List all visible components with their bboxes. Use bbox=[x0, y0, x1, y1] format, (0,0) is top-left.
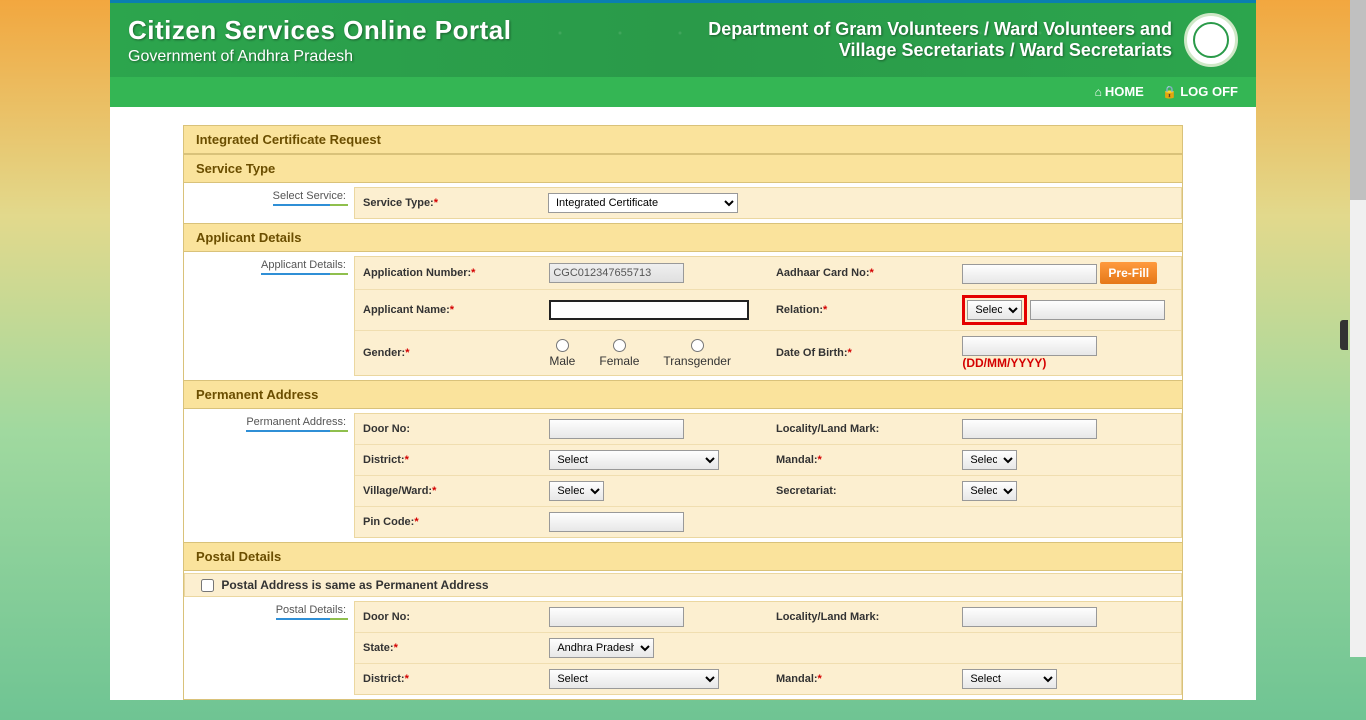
select-post-mandal[interactable]: Select bbox=[962, 669, 1057, 689]
section-service-type: Service Type bbox=[184, 154, 1182, 183]
page-title: Integrated Certificate Request bbox=[184, 126, 1182, 154]
nav-home[interactable]: ⌂HOME bbox=[1095, 84, 1144, 99]
top-nav: ⌂HOME 🔒LOG OFF bbox=[110, 77, 1256, 107]
dept-line2: Village Secretariats / Ward Secretariats bbox=[708, 40, 1172, 61]
scrollbar-thumb[interactable] bbox=[1350, 0, 1366, 200]
select-perm-district[interactable]: Select bbox=[549, 450, 719, 470]
home-icon: ⌂ bbox=[1095, 85, 1102, 99]
label-post-locality: Locality/Land Mark: bbox=[776, 611, 879, 623]
input-post-locality[interactable] bbox=[962, 607, 1097, 627]
side-label-applicant: Applicant Details: bbox=[261, 259, 346, 275]
label-post-state: State: bbox=[363, 642, 394, 654]
label-same-address: Postal Address is same as Permanent Addr… bbox=[221, 578, 488, 592]
portal-title: Citizen Services Online Portal bbox=[128, 15, 511, 46]
prefill-button[interactable]: Pre-Fill bbox=[1100, 262, 1157, 284]
input-applicant-name[interactable] bbox=[549, 300, 749, 320]
scrollbar-track[interactable] bbox=[1350, 0, 1366, 657]
input-relation-name[interactable] bbox=[1030, 300, 1165, 320]
label-perm-locality: Locality/Land Mark: bbox=[776, 423, 879, 435]
input-perm-door[interactable] bbox=[549, 419, 684, 439]
select-perm-village[interactable]: Select bbox=[549, 481, 604, 501]
radio-transgender[interactable] bbox=[691, 339, 704, 352]
label-perm-pin: Pin Code: bbox=[363, 516, 414, 528]
portal-subtitle: Government of Andhra Pradesh bbox=[128, 48, 511, 66]
label-perm-mandal: Mandal: bbox=[776, 454, 818, 466]
header-banner: Citizen Services Online Portal Governmen… bbox=[110, 3, 1256, 77]
side-label-postal: Postal Details: bbox=[276, 604, 346, 620]
label-aadhaar: Aadhaar Card No: bbox=[776, 267, 870, 279]
label-dob: Date Of Birth: bbox=[776, 347, 848, 359]
label-applicant-name: Applicant Name: bbox=[363, 304, 450, 316]
gov-emblem-icon bbox=[1184, 13, 1238, 67]
section-perm-address: Permanent Address bbox=[184, 380, 1182, 409]
input-app-number bbox=[549, 263, 684, 283]
input-aadhaar[interactable] bbox=[962, 264, 1097, 284]
label-relation: Relation: bbox=[776, 304, 823, 316]
label-perm-door: Door No: bbox=[363, 423, 410, 435]
section-applicant: Applicant Details bbox=[184, 223, 1182, 252]
input-dob[interactable] bbox=[962, 336, 1097, 356]
label-post-mandal: Mandal: bbox=[776, 673, 818, 685]
label-perm-district: District: bbox=[363, 454, 405, 466]
label-post-district: District: bbox=[363, 673, 405, 685]
hint-dob-format: (DD/MM/YYYY) bbox=[962, 356, 1046, 370]
input-perm-pin[interactable] bbox=[549, 512, 684, 532]
select-perm-mandal[interactable]: Select bbox=[962, 450, 1017, 470]
checkbox-same-address[interactable] bbox=[201, 579, 214, 592]
nav-logoff[interactable]: 🔒LOG OFF bbox=[1162, 84, 1238, 99]
side-tab bbox=[1340, 320, 1348, 350]
side-label-perm: Permanent Address: bbox=[246, 416, 346, 432]
input-perm-locality[interactable] bbox=[962, 419, 1097, 439]
label-gender: Gender: bbox=[363, 347, 405, 359]
lock-icon: 🔒 bbox=[1162, 85, 1177, 99]
relation-highlight: Select bbox=[962, 295, 1027, 325]
dept-line1: Department of Gram Volunteers / Ward Vol… bbox=[708, 19, 1172, 40]
radio-male[interactable] bbox=[556, 339, 569, 352]
select-service-type[interactable]: Integrated Certificate bbox=[548, 193, 738, 213]
side-label-service: Select Service: bbox=[273, 190, 346, 206]
select-post-district[interactable]: Select bbox=[549, 669, 719, 689]
select-relation[interactable]: Select bbox=[967, 300, 1022, 320]
label-post-door: Door No: bbox=[363, 611, 410, 623]
label-perm-village: Village/Ward: bbox=[363, 485, 432, 497]
select-perm-secretariat[interactable]: Select bbox=[962, 481, 1017, 501]
label-service-type: Service Type: bbox=[363, 197, 434, 209]
radio-female[interactable] bbox=[613, 339, 626, 352]
section-postal: Postal Details bbox=[184, 542, 1182, 571]
label-app-number: Application Number: bbox=[363, 267, 471, 279]
select-post-state[interactable]: Andhra Pradesh bbox=[549, 638, 654, 658]
input-post-door[interactable] bbox=[549, 607, 684, 627]
label-perm-secretariat: Secretariat: bbox=[776, 485, 837, 497]
